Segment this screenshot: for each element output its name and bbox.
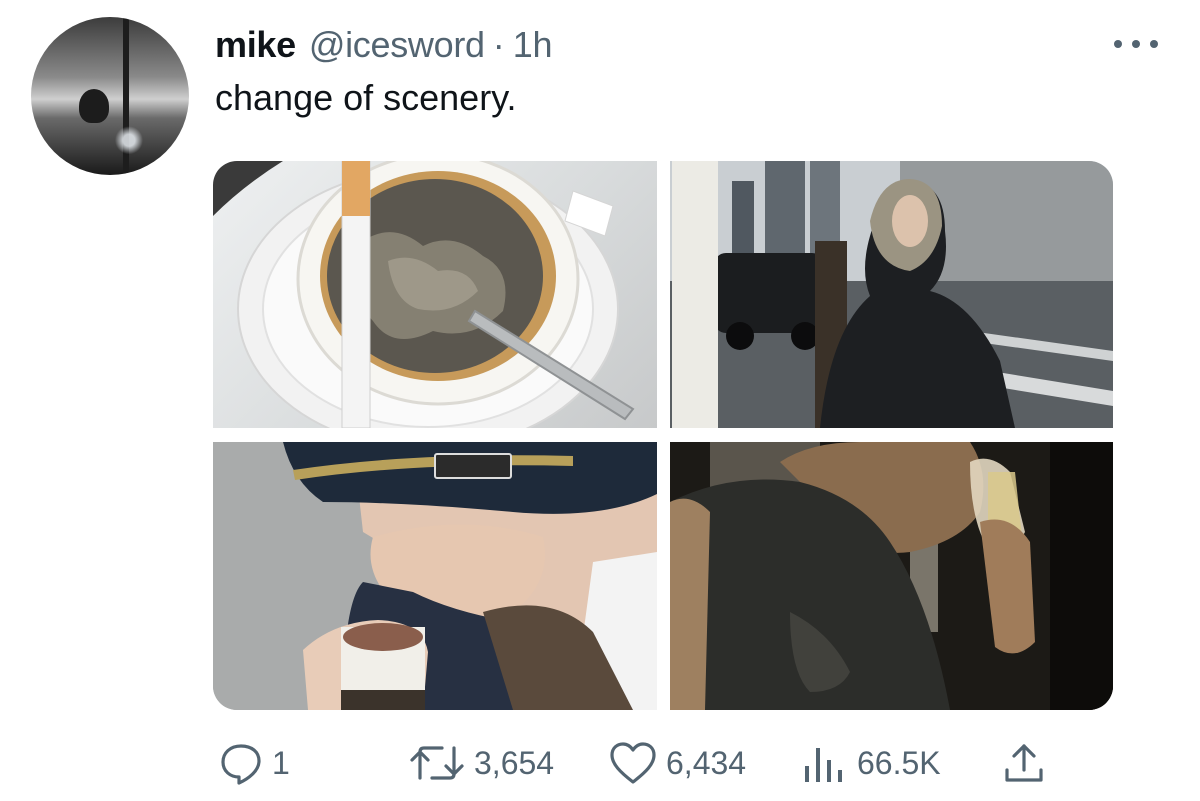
display-name[interactable]: mike [215,24,296,66]
views-button[interactable]: 66.5K [801,738,941,788]
tweet-header: mike @icesword · 1h [215,24,553,68]
views-count: 66.5K [857,744,941,781]
like-count: 6,434 [666,744,747,781]
photo-beanie-cocoa[interactable] [213,442,657,710]
share-icon [1001,740,1047,786]
more-dot [1150,40,1158,48]
photo-wine-dim[interactable] [670,442,1113,710]
more-horizontal-icon[interactable] [1114,30,1158,58]
share-button[interactable] [1001,738,1047,788]
reply-icon [218,740,264,786]
photo-coffee-cup[interactable] [213,161,657,428]
photo-city-street[interactable] [670,161,1113,428]
user-handle[interactable]: @icesword [309,24,485,66]
avatar[interactable] [31,17,189,175]
reply-button[interactable]: 1 [218,738,290,788]
retweet-icon [408,740,466,786]
media-grid [213,161,1113,710]
retweet-button[interactable]: 3,654 [408,738,554,788]
heart-icon [608,740,658,786]
tweet-text: change of scenery. [215,77,517,118]
more-dot [1114,40,1122,48]
tweet-actions: 1 3,654 6,434 66.5K [0,738,1200,788]
analytics-icon [801,740,849,786]
retweet-count: 3,654 [474,744,555,781]
more-dot [1132,40,1140,48]
reply-count: 1 [272,744,290,781]
like-button[interactable]: 6,434 [608,738,746,788]
timestamp[interactable]: 1h [513,24,553,66]
header-separator: · [492,24,505,65]
